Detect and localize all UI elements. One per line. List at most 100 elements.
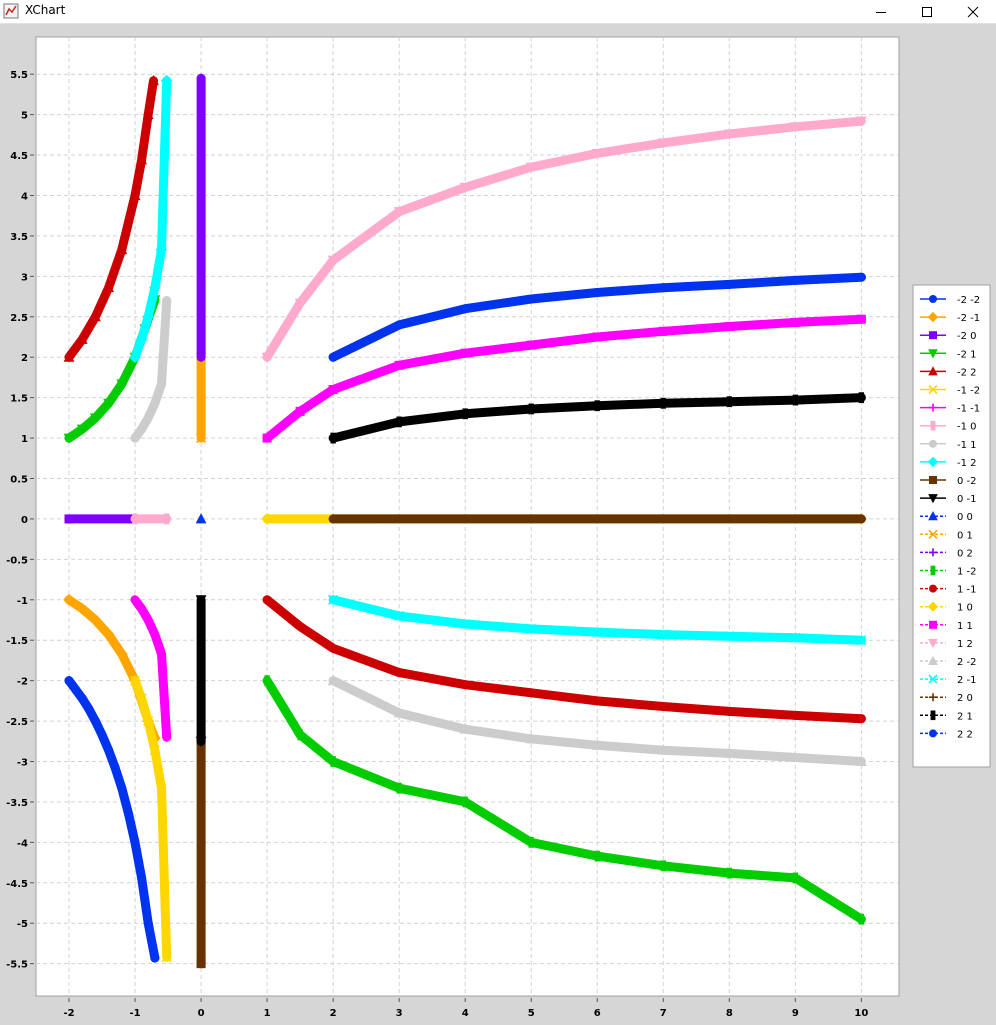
- data-point: [394, 360, 404, 370]
- data-point: [150, 398, 160, 408]
- x-tick-label: 0: [198, 1008, 205, 1019]
- data-point: [594, 850, 600, 862]
- legend-label: 1 2: [957, 639, 973, 650]
- legend-label: -1 -1: [957, 404, 980, 415]
- legend-label: 2 -1: [957, 675, 977, 686]
- data-point: [592, 332, 602, 342]
- data-point: [110, 763, 120, 773]
- minimize-button[interactable]: [858, 0, 904, 23]
- legend-swatch-marker: [929, 476, 937, 484]
- maximize-icon: [922, 6, 932, 17]
- data-point: [156, 379, 166, 389]
- legend-swatch-marker: [930, 565, 936, 576]
- y-tick-label: 5.5: [10, 70, 28, 81]
- y-tick-label: -3: [17, 758, 28, 769]
- data-point: [330, 756, 336, 767]
- x-axis-ticks: -2 -1 0 1 2 3 4 5 6 7 8 9 10: [63, 998, 868, 1019]
- data-point: [658, 326, 668, 336]
- title-bar: XChart: [0, 0, 996, 24]
- data-point: [394, 668, 404, 678]
- data-point: [724, 279, 734, 289]
- y-tick-label: -0.5: [6, 555, 28, 566]
- data-point: [297, 729, 303, 741]
- y-tick-label: -5: [17, 919, 28, 930]
- legend-label: 1 -1: [957, 585, 977, 596]
- data-point: [130, 837, 140, 847]
- legend-swatch-marker: [929, 295, 937, 303]
- data-point: [262, 595, 272, 605]
- y-tick-label: 4.5: [10, 151, 28, 162]
- legend-label: 1 0: [957, 603, 973, 614]
- y-tick-label: 2.5: [10, 313, 28, 324]
- x-tick-label: 5: [528, 1008, 535, 1019]
- data-point: [856, 714, 866, 724]
- data-point: [726, 867, 733, 879]
- data-point: [150, 953, 160, 963]
- y-tick-label: 0: [21, 515, 28, 526]
- data-point: [328, 385, 338, 395]
- data-point: [460, 304, 470, 314]
- data-point: [104, 745, 114, 755]
- data-point: [262, 433, 272, 443]
- series--1_0: [130, 513, 172, 525]
- data-point: [592, 696, 602, 706]
- close-button[interactable]: [950, 0, 996, 23]
- legend-label: 0 0: [957, 512, 973, 523]
- series-2_0: [328, 514, 866, 524]
- legend-swatch-marker: [929, 620, 937, 629]
- data-point: [460, 680, 470, 690]
- legend-label: -1 2: [957, 458, 977, 469]
- data-point: [117, 783, 127, 793]
- data-point: [97, 730, 107, 740]
- legend-swatch-marker: [929, 584, 937, 593]
- data-point: [123, 808, 133, 818]
- data-point: [660, 397, 666, 409]
- data-point: [143, 918, 153, 928]
- series-0_-1: [195, 595, 207, 748]
- y-tick-label: -1: [17, 596, 28, 607]
- data-point: [295, 406, 305, 416]
- data-point: [790, 710, 800, 720]
- data-point: [77, 693, 87, 703]
- y-tick-label: -5.5: [6, 960, 28, 971]
- x-tick-label: 3: [396, 1008, 403, 1019]
- data-point: [856, 272, 866, 282]
- y-axis-ticks: 5.5 5 4.5 4 3.5 3 2.5 2 1.5 1 0.5 0 -0.5 -1 -1.5 -2 -2.5…: [6, 70, 34, 971]
- data-point: [858, 913, 865, 925]
- data-point: [164, 513, 170, 525]
- legend-box: [912, 284, 991, 768]
- legend-label: -2 1: [957, 349, 977, 360]
- minimize-icon: [876, 11, 886, 13]
- y-tick-label: -3.5: [6, 798, 28, 809]
- y-tick-label: 1: [21, 434, 28, 445]
- data-point: [396, 416, 402, 428]
- x-tick-label: 8: [726, 1008, 733, 1019]
- legend-swatch-marker: [930, 710, 936, 721]
- data-point: [528, 403, 534, 415]
- data-point: [526, 688, 536, 698]
- data-point: [328, 352, 338, 362]
- x-tick-label: 10: [854, 1008, 868, 1019]
- data-point: [90, 716, 100, 726]
- x-tick-label: 2: [330, 1008, 337, 1019]
- x-tick-label: 4: [462, 1008, 469, 1019]
- x-tick-label: 9: [792, 1008, 799, 1019]
- data-point: [394, 320, 404, 330]
- legend-label: 1 -2: [957, 567, 977, 578]
- data-point: [526, 340, 536, 350]
- data-point: [328, 643, 338, 653]
- legend-label: 1 1: [957, 621, 973, 632]
- data-point: [396, 782, 402, 794]
- data-point: [528, 836, 534, 848]
- y-tick-label: 5: [21, 111, 28, 122]
- legend-label: 0 2: [957, 548, 973, 559]
- y-tick-label: -1.5: [6, 636, 28, 647]
- y-tick-label: 2: [21, 353, 28, 364]
- maximize-button[interactable]: [904, 0, 950, 23]
- series-0_1: [196, 352, 207, 444]
- x-tick-label: 6: [594, 1008, 601, 1019]
- series-0_-2: [196, 736, 206, 969]
- data-point: [660, 860, 666, 872]
- legend-label: 2 2: [957, 729, 973, 740]
- y-tick-label: 1.5: [10, 394, 28, 405]
